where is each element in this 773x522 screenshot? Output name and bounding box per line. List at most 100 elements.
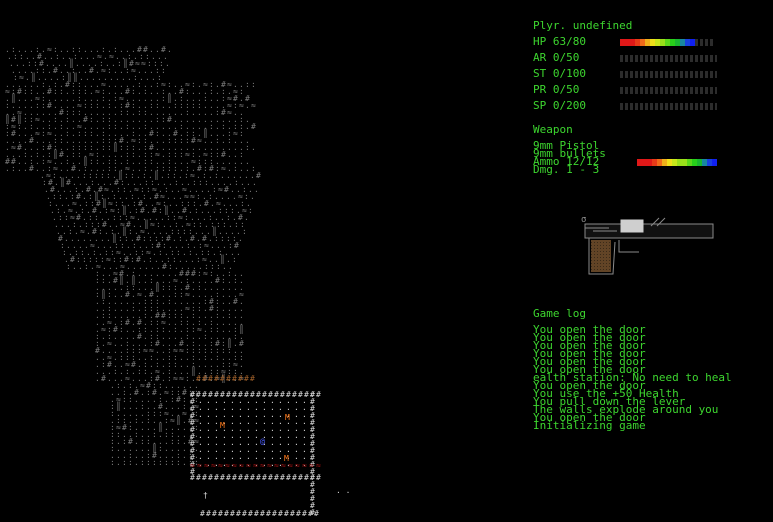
wall-tile: # [266, 509, 271, 518]
svg-text:σ: σ [581, 215, 586, 225]
map-floor-tile: . [182, 458, 187, 467]
map-floor-tile: : [110, 458, 115, 467]
st-bar [620, 71, 717, 78]
blood-tile: ≈ [239, 461, 244, 470]
blood-tile: ≈ [274, 461, 279, 470]
wall-tile: # [296, 509, 301, 518]
wall-tile: # [218, 509, 223, 518]
map-floor-tile: : [128, 458, 133, 467]
map-floor-tile: : [170, 458, 175, 467]
weapon-damage: Dmg. 1 - 3 [533, 163, 600, 176]
wall-tile: # [214, 473, 219, 482]
map-floor-tile: . [23, 164, 28, 173]
sp-bar [620, 103, 717, 110]
blood-tile: ≈ [204, 461, 209, 470]
map-floor-tile: . [95, 374, 100, 383]
hp-label: HP 63/80 [533, 35, 586, 48]
wall-tile: # [200, 509, 205, 518]
ar-label: AR 0/50 [533, 51, 580, 64]
map-floor-tile: . [116, 458, 121, 467]
blood-tile: ≈ [232, 461, 237, 470]
map-floor-tile: . [251, 143, 256, 152]
map-floor-tile: . [5, 164, 10, 173]
bar-segment [710, 39, 715, 46]
wall-tile: # [196, 473, 201, 482]
blood-tile: ≈ [302, 461, 307, 470]
pr-label: PR 0/50 [533, 83, 580, 96]
map-floor-tile: : [152, 458, 157, 467]
wall-tile: # [208, 473, 213, 482]
wall-tile: # [268, 473, 273, 482]
rubble-tile: # [244, 374, 249, 383]
map-floor-tile: ≈ [251, 101, 256, 110]
enemy-m-icon: M [220, 421, 225, 430]
pistol-icon: σ [581, 215, 714, 275]
rubble-tile: # [250, 374, 255, 383]
blood-tile: ≈ [253, 461, 258, 470]
blood-tile: ≈ [225, 461, 230, 470]
wall-tile: # [242, 509, 247, 518]
map-floor-tile: # [101, 374, 106, 383]
rubble-tile: # [214, 374, 219, 383]
wall-tile: # [304, 473, 309, 482]
player-at-icon: @ [260, 437, 265, 446]
wall-tile: # [272, 509, 277, 518]
weapon-heading: Weapon [533, 123, 573, 136]
blood-tile: ≈ [295, 461, 300, 470]
wall-tile: # [250, 473, 255, 482]
wall-tile: # [256, 473, 261, 482]
wall-tile: # [292, 473, 297, 482]
blood-tile: ≈ [197, 461, 202, 470]
blood-tile: ≈ [267, 461, 272, 470]
rubble-tile: # [232, 374, 237, 383]
wall-tile: # [220, 473, 225, 482]
map-viewport[interactable]: .:...:. ≈:..::...:.:... # #.. #..::.. #..:..:… [0, 0, 520, 522]
wall-tile: # [310, 508, 315, 517]
wall-tile: # [226, 473, 231, 482]
blood-tile: ≈ [316, 461, 321, 470]
blood-tile: ≈ [190, 461, 195, 470]
blood-tile: ≈ [260, 461, 265, 470]
map-floor-tile: . [17, 164, 22, 173]
map-floor-tile: : [251, 80, 256, 89]
ammo-bar [637, 159, 717, 166]
map-floor-tile: : [176, 458, 181, 467]
wall-tile: # [260, 509, 265, 518]
hp-bar [620, 39, 715, 46]
wall-tile: # [280, 473, 285, 482]
dungeon-map: .:...:. ≈:..::...:.:... # #.. #..::.. #..:..:… [5, 45, 350, 518]
map-floor-tile: : [164, 458, 169, 467]
map-floor-tile: : [146, 458, 151, 467]
map-floor-tile: : [11, 164, 16, 173]
wall-tile: # [262, 473, 267, 482]
st-label: ST 0/100 [533, 67, 586, 80]
sp-label: SP 0/200 [533, 99, 586, 112]
wall-tile: # [254, 509, 259, 518]
wall-tile: # [236, 509, 241, 518]
wall-tile: # [284, 509, 289, 518]
wall-tile: # [224, 509, 229, 518]
map-floor-tile: : [84, 262, 89, 271]
wall-tile: # [206, 509, 211, 518]
map-floor-tile: : [122, 458, 127, 467]
map-floor-tile: : [158, 458, 163, 467]
map-floor-tile: . [78, 262, 83, 271]
map-floor-tile: : [245, 143, 250, 152]
ar-bar [620, 55, 717, 62]
pr-bar [620, 87, 717, 94]
rubble-tile: # [226, 374, 231, 383]
rubble-tile: # [208, 374, 213, 383]
wall-tile: # [298, 473, 303, 482]
map-floor-tile: . [245, 101, 250, 110]
enemy-m-icon: M [285, 413, 290, 422]
rubble-tile: # [238, 374, 243, 383]
map-floor-tile: # [251, 122, 256, 131]
wall-tile: # [248, 509, 253, 518]
player-title: Plyr. undefined [533, 19, 633, 32]
log-entry: Initializing game [533, 419, 646, 432]
wall-tile: # [278, 509, 283, 518]
map-floor-tile: . [245, 122, 250, 131]
wall-tile: # [274, 473, 279, 482]
map-floor-tile: # [29, 164, 34, 173]
rubble-tile: # [202, 374, 207, 383]
